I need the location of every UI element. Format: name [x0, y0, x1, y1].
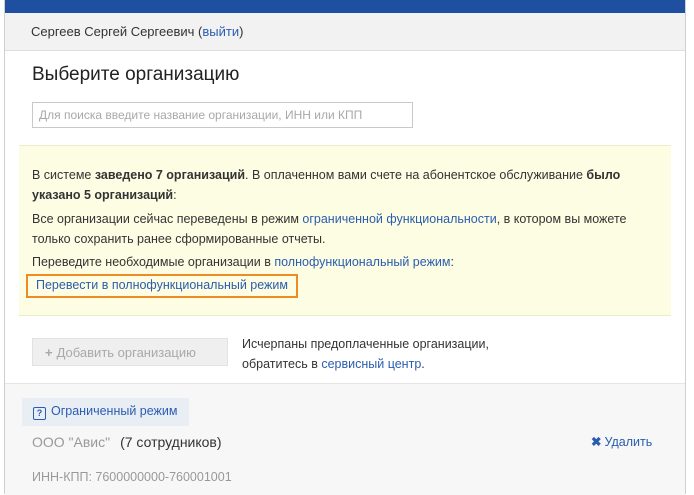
employee-count: (7 сотрудников): [120, 434, 222, 450]
limited-functionality-link[interactable]: ограниченной функциональности: [302, 212, 496, 226]
user-bar: Сергеев Сергей Сергеевич (выйти): [5, 13, 685, 51]
subscription-notice: В системе заведено 7 организаций. В опла…: [19, 145, 671, 316]
page-title: Выберите организацию: [32, 64, 240, 85]
notice-paragraph-convert: Переведите необходимые организации в пол…: [32, 252, 652, 272]
exhausted-text: .: [421, 357, 425, 371]
inn-kpp: ИНН-КПП: 7600000000-760001001: [32, 470, 232, 484]
service-center-link[interactable]: сервисный центр: [321, 357, 421, 371]
notice-text: :: [450, 255, 454, 269]
user-name: Сергеев Сергей Сергеевич: [31, 24, 195, 39]
convert-to-full-mode-button[interactable]: Перевести в полнофункциональный режим: [26, 274, 298, 298]
notice-paragraph-orgs-count: В системе заведено 7 организаций. В опла…: [32, 165, 652, 205]
limited-mode-label: Ограниченный режим: [51, 404, 178, 418]
notice-text: Переведите необходимые организации в: [32, 255, 275, 269]
app-frame: Сергеев Сергей Сергеевич (выйти) Выберит…: [4, 0, 686, 495]
limited-mode-badge[interactable]: ? Ограниченный режим: [22, 398, 190, 426]
exhausted-line: Исчерпаны предоплаченные организации,: [242, 337, 489, 351]
close-icon: ✖: [591, 435, 602, 449]
close-paren: ): [239, 24, 244, 39]
organization-list: ? Ограниченный режим ООО "Авис" (7 сотрудн…: [5, 383, 685, 495]
add-organization-button[interactable]: + Добавить организацию: [32, 338, 228, 366]
question-icon: ?: [33, 407, 46, 420]
notice-text: . В оплаченном вами счете на абонентское…: [245, 168, 587, 182]
add-organization-label: Добавить организацию: [56, 345, 196, 360]
notice-text: В системе: [32, 168, 95, 182]
top-brand-bar: [5, 0, 685, 13]
delete-label: Удалить: [604, 435, 653, 449]
logout-link[interactable]: выйти: [202, 24, 239, 39]
notice-bold-count: заведено 7 организаций: [94, 168, 246, 182]
full-mode-link[interactable]: полнофункциональный режим: [274, 255, 450, 269]
search-input[interactable]: [32, 102, 413, 128]
exhausted-text: обратитесь в: [242, 357, 322, 371]
notice-paragraph-limited: Все организации сейчас переведены в режи…: [32, 209, 652, 249]
exhausted-line: обратитесь в сервисный центр.: [242, 354, 489, 374]
notice-text: :: [173, 188, 177, 202]
organization-name: ООО "Авис" (7 сотрудников): [32, 434, 222, 450]
plus-icon: +: [45, 345, 53, 360]
organization-title: ООО "Авис": [32, 434, 111, 450]
notice-text: Все организации сейчас переведены в режи…: [32, 212, 303, 226]
delete-organization-button[interactable]: ✖ Удалить: [591, 434, 652, 449]
prepaid-exhausted-message: Исчерпаны предоплаченные организации, об…: [242, 334, 489, 374]
